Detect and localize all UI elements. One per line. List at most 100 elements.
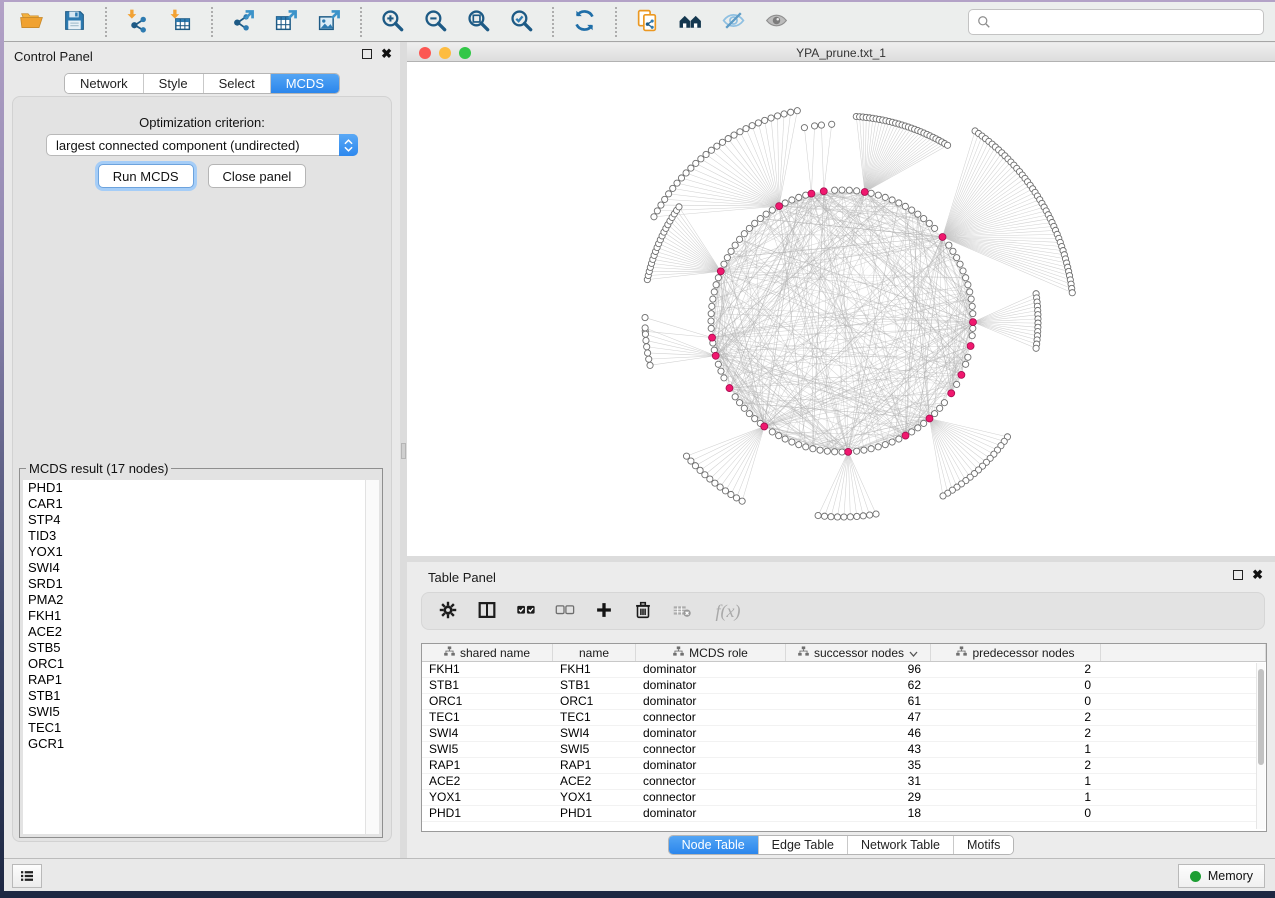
tab-motifs[interactable]: Motifs <box>953 836 1013 854</box>
divider-grip[interactable] <box>401 443 406 459</box>
mcds-result-item[interactable]: TID3 <box>23 528 379 544</box>
refresh-layout-button[interactable] <box>563 5 606 39</box>
export-table-button[interactable] <box>265 5 308 39</box>
table-row[interactable]: PHD1PHD1dominator180 <box>422 806 1256 822</box>
import-network-icon <box>125 8 150 36</box>
close-panel-button[interactable]: Close panel <box>208 164 307 188</box>
table-tabs: Node TableEdge TableNetwork TableMotifs <box>407 835 1275 855</box>
delete-table-button <box>670 599 694 623</box>
cell: 62 <box>786 678 931 693</box>
float-table-panel-icon[interactable] <box>1233 570 1243 580</box>
tab-mcds[interactable]: MCDS <box>270 74 339 93</box>
mcds-result-list[interactable]: PHD1CAR1STP4TID3YOX1SWI4SRD1PMA2FKH1ACE2… <box>23 480 379 834</box>
open-file-button[interactable] <box>10 5 53 39</box>
import-network-button[interactable] <box>116 5 159 39</box>
network-titlebar[interactable]: YPA_prune.txt_1 <box>407 43 1275 62</box>
table-row[interactable]: ORC1ORC1dominator610 <box>422 694 1256 710</box>
toolbar-separator <box>360 7 362 37</box>
result-list-scrollbar[interactable] <box>365 480 379 834</box>
tab-node-table[interactable]: Node Table <box>669 836 758 854</box>
table-row[interactable]: TEC1TEC1connector472 <box>422 710 1256 726</box>
table-toolbar: f(x) <box>421 592 1265 630</box>
tab-network[interactable]: Network <box>65 74 143 93</box>
zoom-selected-button[interactable] <box>500 5 543 39</box>
column-header-MCDS-role[interactable]: MCDS role <box>636 644 786 661</box>
task-history-button[interactable] <box>12 864 42 888</box>
export-network-button[interactable] <box>222 5 265 39</box>
mcds-result-item[interactable]: RAP1 <box>23 672 379 688</box>
close-panel-icon[interactable]: ✖ <box>381 49 392 59</box>
cell: 0 <box>931 694 1101 709</box>
memory-label: Memory <box>1208 869 1253 883</box>
network-canvas[interactable] <box>407 62 1271 556</box>
table-scrollbar-thumb[interactable] <box>1258 669 1264 765</box>
export-image-button[interactable] <box>308 5 351 39</box>
tab-network-table[interactable]: Network Table <box>847 836 953 854</box>
mcds-result-item[interactable]: GCR1 <box>23 736 379 752</box>
select-all-button[interactable] <box>514 599 538 623</box>
tab-select[interactable]: Select <box>203 74 270 93</box>
table-row[interactable]: SWI4SWI4dominator462 <box>422 726 1256 742</box>
select-all-icon <box>515 599 537 624</box>
mcds-result-item[interactable]: ORC1 <box>23 656 379 672</box>
cell: SWI4 <box>422 726 553 741</box>
table-mode-button[interactable] <box>436 599 460 623</box>
create-column-button[interactable] <box>592 599 616 623</box>
cell: 31 <box>786 774 931 789</box>
zoom-out-button[interactable] <box>414 5 457 39</box>
delete-columns-icon <box>632 599 654 624</box>
table-row[interactable]: RAP1RAP1dominator352 <box>422 758 1256 774</box>
mcds-result-item[interactable]: TEC1 <box>23 720 379 736</box>
mcds-result-title: MCDS result (17 nodes) <box>26 461 171 476</box>
run-mcds-button[interactable]: Run MCDS <box>98 164 194 188</box>
search-box[interactable] <box>968 9 1264 35</box>
table-scrollbar[interactable] <box>1256 663 1265 829</box>
hide-selected-button[interactable] <box>712 5 755 39</box>
hierarchy-icon <box>673 646 684 660</box>
cell: FKH1 <box>553 662 636 677</box>
table-row[interactable]: YOX1YOX1connector291 <box>422 790 1256 806</box>
mcds-result-item[interactable]: SWI4 <box>23 560 379 576</box>
show-all-button[interactable] <box>755 5 798 39</box>
table-row[interactable]: SWI5SWI5connector431 <box>422 742 1256 758</box>
float-panel-icon[interactable] <box>362 49 372 59</box>
mcds-result-item[interactable]: ACE2 <box>23 624 379 640</box>
hierarchy-icon <box>444 646 455 660</box>
cell: 0 <box>931 806 1101 821</box>
mcds-result-item[interactable]: YOX1 <box>23 544 379 560</box>
mcds-result-item[interactable]: STP4 <box>23 512 379 528</box>
criterion-dropdown[interactable]: largest connected component (undirected) <box>46 134 358 156</box>
mcds-result-item[interactable]: PMA2 <box>23 592 379 608</box>
column-header-shared-name[interactable]: shared name <box>422 644 553 661</box>
tab-edge-table[interactable]: Edge Table <box>758 836 847 854</box>
table-row[interactable]: FKH1FKH1dominator962 <box>422 662 1256 678</box>
mcds-result-item[interactable]: SWI5 <box>23 704 379 720</box>
column-header-successor-nodes[interactable]: successor nodes <box>786 644 931 661</box>
show-columns-button[interactable] <box>475 599 499 623</box>
desktop: Control Panel ✖ NetworkStyleSelectMCDS O… <box>0 0 1275 898</box>
delete-columns-button[interactable] <box>631 599 655 623</box>
mcds-result-item[interactable]: STB5 <box>23 640 379 656</box>
table-panel-title: Table Panel <box>428 570 496 585</box>
zoom-fit-button[interactable] <box>457 5 500 39</box>
close-table-panel-icon[interactable]: ✖ <box>1252 570 1263 580</box>
deselect-all-button[interactable] <box>553 599 577 623</box>
table-row[interactable]: ACE2ACE2connector311 <box>422 774 1256 790</box>
memory-button[interactable]: Memory <box>1178 864 1265 888</box>
mcds-result-item[interactable]: PHD1 <box>23 480 379 496</box>
mcds-result-item[interactable]: FKH1 <box>23 608 379 624</box>
import-table-button[interactable] <box>159 5 202 39</box>
mcds-result-item[interactable]: CAR1 <box>23 496 379 512</box>
zoom-in-button[interactable] <box>371 5 414 39</box>
panel-divider[interactable] <box>400 42 407 858</box>
copy-network-button[interactable] <box>626 5 669 39</box>
search-input[interactable] <box>997 15 1255 30</box>
first-neighbors-button[interactable] <box>669 5 712 39</box>
mcds-result-item[interactable]: STB1 <box>23 688 379 704</box>
table-row[interactable]: STB1STB1dominator620 <box>422 678 1256 694</box>
column-header-predecessor-nodes[interactable]: predecessor nodes <box>931 644 1101 661</box>
save-session-button[interactable] <box>53 5 96 39</box>
tab-style[interactable]: Style <box>143 74 203 93</box>
mcds-result-item[interactable]: SRD1 <box>23 576 379 592</box>
column-header-name[interactable]: name <box>553 644 636 661</box>
